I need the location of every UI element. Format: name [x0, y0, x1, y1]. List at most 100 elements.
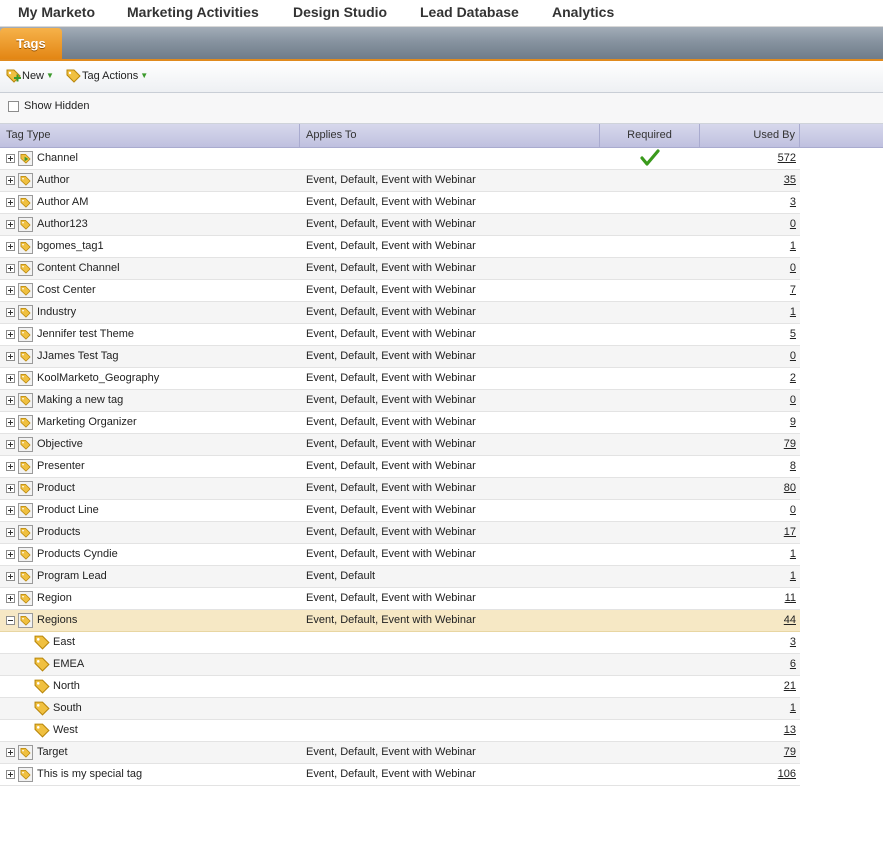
tag-type-row[interactable]: Presenter Event, Default, Event with Webi… [0, 456, 800, 478]
tag-type-row[interactable]: JJames Test Tag Event, Default, Event wit… [0, 346, 800, 368]
used-by-link[interactable]: 44 [784, 610, 796, 631]
expand-icon[interactable] [6, 484, 15, 493]
used-by-link[interactable]: 8 [790, 456, 796, 477]
used-by-link[interactable]: 0 [790, 214, 796, 235]
tag-type-row[interactable]: Content Channel Event, Default, Event wit… [0, 258, 800, 280]
tag-actions-button[interactable]: Tag Actions ▼ [66, 68, 148, 84]
tag-type-row[interactable]: Product Event, Default, Event with Webina… [0, 478, 800, 500]
expand-icon[interactable] [6, 242, 15, 251]
tag-type-row[interactable]: Products Event, Default, Event with Webin… [0, 522, 800, 544]
expand-icon[interactable] [6, 374, 15, 383]
used-by-link[interactable]: 106 [778, 764, 796, 785]
tag-value-row[interactable]: East 3 [0, 632, 800, 654]
used-by-link[interactable]: 13 [784, 720, 796, 741]
nav-design-studio[interactable]: Design Studio [293, 4, 387, 20]
used-by-link[interactable]: 1 [790, 544, 796, 565]
used-by-link[interactable]: 17 [784, 522, 796, 543]
used-by-link[interactable]: 35 [784, 170, 796, 191]
used-by-link[interactable]: 3 [790, 192, 796, 213]
nav-analytics[interactable]: Analytics [552, 4, 614, 20]
tag-type-row[interactable]: This is my special tag Event, Default, Ev… [0, 764, 800, 786]
collapse-icon[interactable] [6, 616, 15, 625]
nav-my-marketo[interactable]: My Marketo [18, 4, 95, 20]
expand-icon[interactable] [6, 220, 15, 229]
column-header-applies-to[interactable]: Applies To [300, 124, 600, 147]
expand-icon[interactable] [6, 594, 15, 603]
expand-icon[interactable] [6, 286, 15, 295]
tag-type-row[interactable]: Objective Event, Default, Event with Webi… [0, 434, 800, 456]
expand-icon[interactable] [6, 154, 15, 163]
show-hidden-checkbox[interactable] [8, 101, 19, 112]
nav-lead-database[interactable]: Lead Database [420, 4, 519, 20]
tag-type-row[interactable]: Marketing Organizer Event, Default, Event… [0, 412, 800, 434]
tag-type-row[interactable]: Making a new tag Event, Default, Event wi… [0, 390, 800, 412]
used-by-link[interactable]: 1 [790, 236, 796, 257]
used-by-link[interactable]: 572 [778, 148, 796, 169]
tag-type-row[interactable]: Jennifer test Theme Event, Default, Event… [0, 324, 800, 346]
used-by-link[interactable]: 79 [784, 742, 796, 763]
expand-icon[interactable] [6, 352, 15, 361]
new-button[interactable]: New ▼ [6, 68, 54, 84]
tag-type-row[interactable]: Program Lead Event, Default 1 [0, 566, 800, 588]
used-by-link[interactable]: 1 [790, 302, 796, 323]
tag-type-row[interactable]: Regions Event, Default, Event with Webina… [0, 610, 800, 632]
column-header-tag-type[interactable]: Tag Type [0, 124, 300, 147]
tag-type-row[interactable]: bgomes_tag1 Event, Default, Event with We… [0, 236, 800, 258]
used-by-link[interactable]: 0 [790, 258, 796, 279]
tag-type-row[interactable]: Target Event, Default, Event with Webinar… [0, 742, 800, 764]
tag-type-row[interactable]: KoolMarketo_Geography Event, Default, Eve… [0, 368, 800, 390]
expand-icon[interactable] [6, 264, 15, 273]
used-by-link[interactable]: 80 [784, 478, 796, 499]
tag-type-row[interactable]: Author AM Event, Default, Event with Webi… [0, 192, 800, 214]
tag-value-row[interactable]: North 21 [0, 676, 800, 698]
tag-type-row[interactable]: Industry Event, Default, Event with Webin… [0, 302, 800, 324]
tag-value-row[interactable]: West 13 [0, 720, 800, 742]
tag-type-name: Author123 [37, 218, 88, 230]
used-by-link[interactable]: 21 [784, 676, 796, 697]
used-by-link[interactable]: 0 [790, 390, 796, 411]
expand-icon[interactable] [6, 528, 15, 537]
tag-type-icon [18, 261, 33, 276]
expand-icon[interactable] [6, 418, 15, 427]
tag-value-row[interactable]: EMEA 6 [0, 654, 800, 676]
applies-to-cell: Event, Default, Event with Webinar [306, 438, 476, 450]
used-by-link[interactable]: 3 [790, 632, 796, 653]
tag-type-row[interactable]: Product Line Event, Default, Event with W… [0, 500, 800, 522]
tag-type-row[interactable]: Author Event, Default, Event with Webinar… [0, 170, 800, 192]
used-by-link[interactable]: 9 [790, 412, 796, 433]
column-header-used-by[interactable]: Used By [700, 124, 800, 147]
used-by-link[interactable]: 1 [790, 698, 796, 719]
column-header-required[interactable]: Required [600, 124, 700, 147]
expand-icon[interactable] [6, 440, 15, 449]
nav-marketing-activities[interactable]: Marketing Activities [127, 4, 259, 20]
tag-type-icon [18, 327, 33, 342]
tag-value-row[interactable]: South 1 [0, 698, 800, 720]
expand-icon[interactable] [6, 330, 15, 339]
expand-icon[interactable] [6, 506, 15, 515]
used-by-link[interactable]: 5 [790, 324, 796, 345]
tag-type-row[interactable]: Cost Center Event, Default, Event with We… [0, 280, 800, 302]
tag-type-icon [18, 349, 33, 364]
tab-tags[interactable]: Tags [0, 28, 62, 59]
expand-icon[interactable] [6, 176, 15, 185]
tag-type-row[interactable]: Products Cyndie Event, Default, Event wit… [0, 544, 800, 566]
used-by-link[interactable]: 79 [784, 434, 796, 455]
used-by-link[interactable]: 1 [790, 566, 796, 587]
tag-type-row[interactable]: Region Event, Default, Event with Webinar… [0, 588, 800, 610]
used-by-link[interactable]: 2 [790, 368, 796, 389]
tag-type-row[interactable]: Channel 572 [0, 148, 800, 170]
used-by-link[interactable]: 7 [790, 280, 796, 301]
expand-icon[interactable] [6, 550, 15, 559]
used-by-link[interactable]: 11 [785, 588, 796, 609]
used-by-link[interactable]: 0 [790, 346, 796, 367]
expand-icon[interactable] [6, 572, 15, 581]
expand-icon[interactable] [6, 462, 15, 471]
expand-icon[interactable] [6, 748, 15, 757]
expand-icon[interactable] [6, 198, 15, 207]
expand-icon[interactable] [6, 770, 15, 779]
tag-type-row[interactable]: Author123 Event, Default, Event with Webi… [0, 214, 800, 236]
used-by-link[interactable]: 0 [790, 500, 796, 521]
used-by-link[interactable]: 6 [790, 654, 796, 675]
expand-icon[interactable] [6, 308, 15, 317]
expand-icon[interactable] [6, 396, 15, 405]
